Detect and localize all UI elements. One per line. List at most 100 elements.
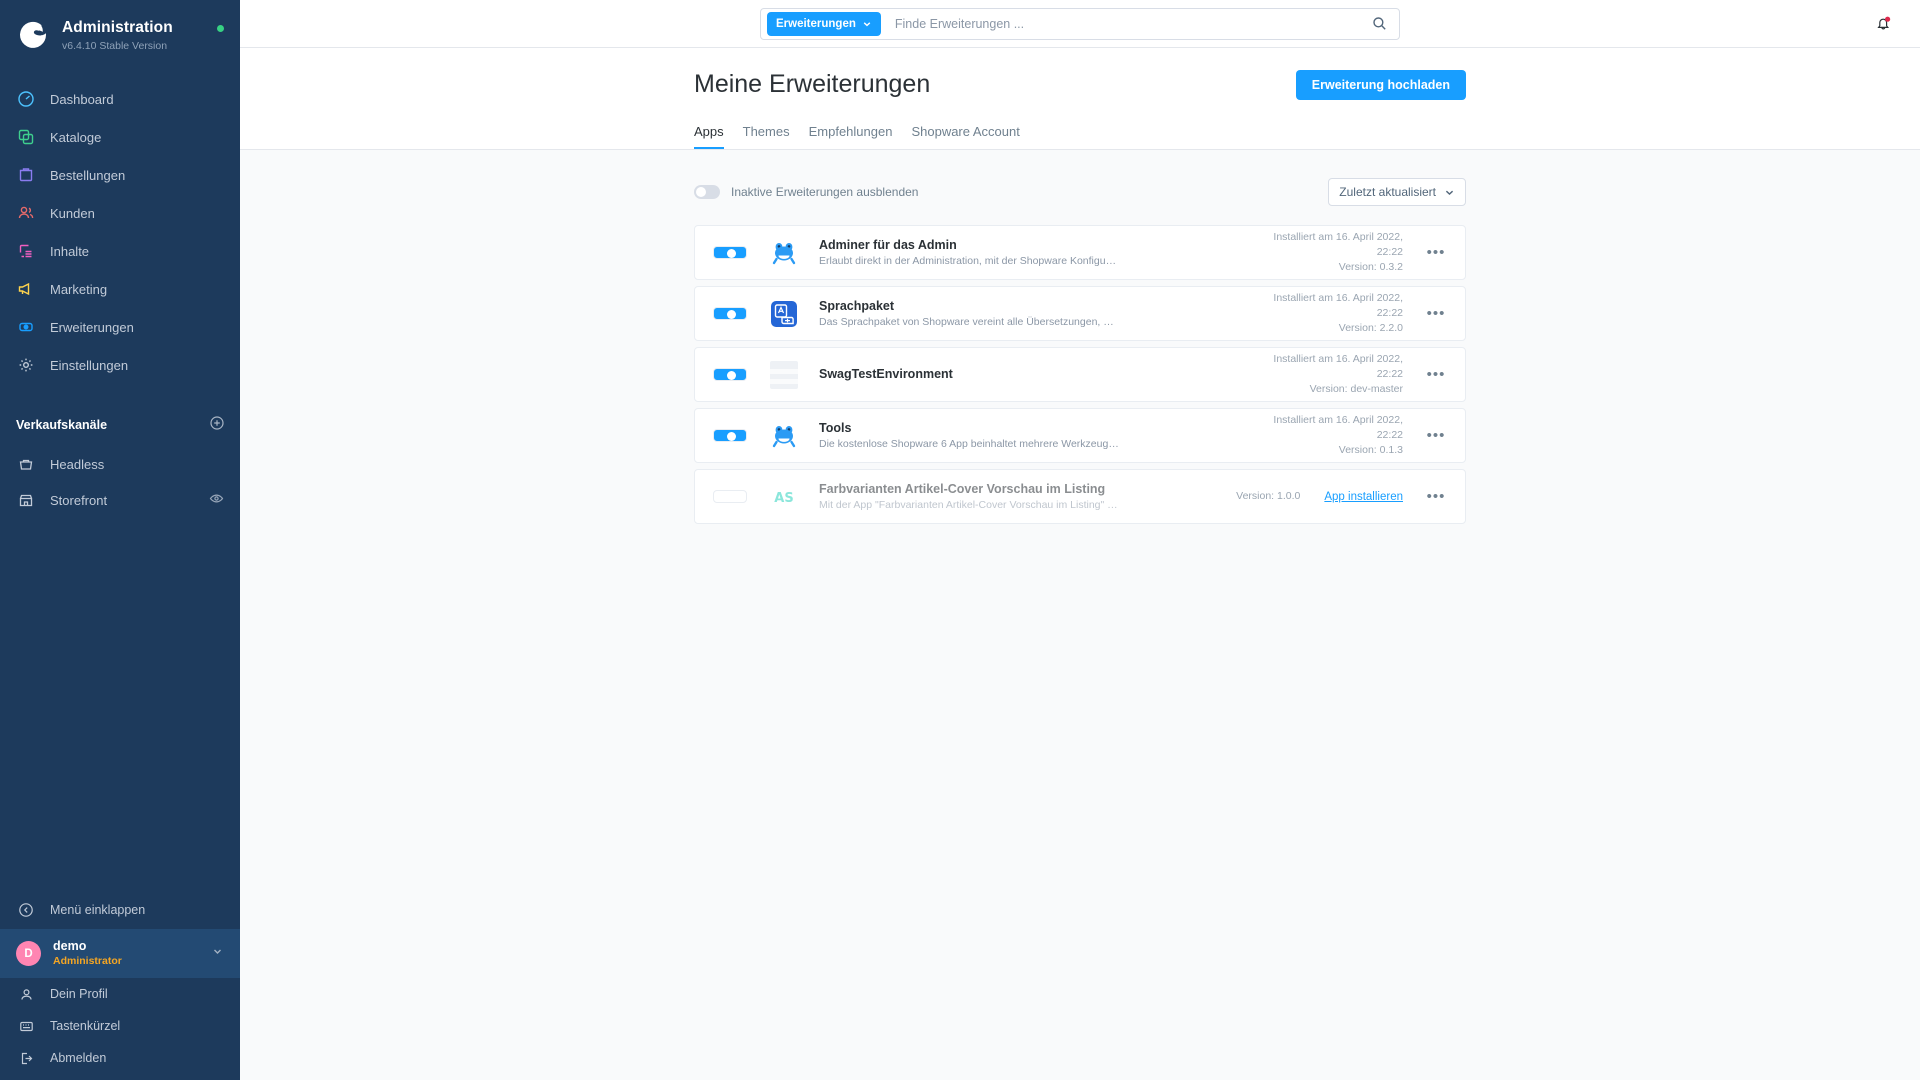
user-role: Administrator [53, 954, 122, 967]
installed-date-line2: 22:22 [1376, 306, 1403, 319]
storefront-icon [16, 490, 36, 510]
keyboard-icon [16, 1016, 36, 1036]
tab-empfehlungen[interactable]: Empfehlungen [809, 124, 893, 149]
chevron-down-icon [211, 945, 224, 963]
frog-icon [768, 420, 800, 452]
tab-apps[interactable]: Apps [694, 124, 724, 149]
installed-date-line2: 22:22 [1376, 245, 1403, 258]
extension-context-menu-button[interactable]: ••• [1421, 488, 1451, 505]
content-icon [16, 241, 36, 261]
extension-meta: Installiert am 16. April 2022, 22:22 Ver… [1263, 230, 1403, 276]
user-menu-button[interactable]: D demo Administrator [0, 929, 240, 978]
chevron-down-icon [1445, 190, 1454, 195]
sort-label: Zuletzt aktualisiert [1339, 185, 1436, 199]
extension-meta: Installiert am 16. April 2022, 22:22 Ver… [1263, 352, 1403, 398]
customers-icon [16, 203, 36, 223]
extension-name: SwagTestEnvironment [819, 367, 953, 382]
sidebar-item-label: Einstellungen [50, 357, 129, 373]
sidebar-item-label: Inhalte [50, 243, 90, 259]
extension-context-menu-button[interactable]: ••• [1421, 427, 1451, 444]
collapse-menu-label: Menü einklappen [50, 903, 146, 918]
toggle-switch [713, 307, 747, 320]
teal-as-icon: AS [768, 481, 800, 513]
search-scope-button[interactable]: Erweiterungen [767, 11, 881, 36]
extension-card[interactable]: Tools Die kostenlose Shopware 6 App bein… [694, 408, 1466, 463]
extension-active-toggle[interactable] [713, 490, 747, 503]
installed-date-line2: 22:22 [1376, 428, 1403, 441]
extension-name: Adminer für das Admin [819, 237, 957, 252]
toggle-switch [713, 490, 747, 503]
extension-card[interactable]: AS Farbvarianten Artikel-Cover Vorschau … [694, 469, 1466, 524]
extension-context-menu-button[interactable]: ••• [1421, 366, 1451, 383]
search-icon[interactable] [1365, 10, 1393, 38]
extension-active-toggle[interactable] [713, 307, 747, 320]
extensions-icon [16, 317, 36, 337]
sidebar-channel-label: Storefront [50, 492, 108, 508]
extension-card[interactable]: Sprachpaket Das Sprachpaket von Shopware… [694, 286, 1466, 341]
search-input[interactable] [880, 9, 1365, 38]
extension-context-menu-button[interactable]: ••• [1421, 305, 1451, 322]
main-area: Erweiterungen Meine Erweiterun [240, 0, 1920, 1080]
list-toolbar: Inaktive Erweiterungen ausblenden Zuletz… [694, 178, 1466, 206]
extension-context-menu-button[interactable]: ••• [1421, 244, 1451, 261]
sidebar-item-label: Erweiterungen [50, 319, 134, 335]
sidebar-item-marketing[interactable]: Marketing [0, 270, 240, 308]
content: Meine Erweiterungen Erweiterung hochlade… [240, 48, 1920, 1080]
user-meta: demo Administrator [53, 939, 199, 968]
sales-channels-list: Headless Storefront [0, 446, 240, 518]
tab-themes[interactable]: Themes [743, 124, 790, 149]
sidebar-channel-headless[interactable]: Headless [0, 446, 240, 482]
extension-card[interactable]: Adminer für das Admin Erlaubt direkt in … [694, 225, 1466, 280]
toggle-switch [713, 429, 747, 442]
toggle-switch [713, 246, 747, 259]
extension-meta: Installiert am 16. April 2022, 22:22 Ver… [1263, 413, 1403, 459]
extension-version: Version: 0.1.3 [1338, 444, 1403, 457]
language-pack-icon [768, 298, 800, 330]
avatar: D [16, 941, 41, 967]
page-title: Meine Erweiterungen [694, 70, 931, 98]
extension-name: Sprachpaket [819, 298, 895, 313]
extension-active-toggle[interactable] [713, 246, 747, 259]
plus-circle-icon[interactable] [210, 416, 224, 435]
extension-active-toggle[interactable] [713, 429, 747, 442]
extension-active-toggle[interactable] [713, 368, 747, 381]
collapse-menu-button[interactable]: Menü einklappen [0, 891, 240, 929]
sidebar-brand-text: Administration v6.4.10 Stable Version [62, 18, 205, 52]
logout-icon [16, 1048, 36, 1068]
eye-icon[interactable] [209, 491, 224, 509]
extension-name: Farbvarianten Artikel-Cover Vorschau im … [819, 481, 1106, 496]
upload-extension-button[interactable]: Erweiterung hochladen [1295, 70, 1466, 100]
sort-dropdown[interactable]: Zuletzt aktualisiert [1328, 178, 1466, 206]
extension-card[interactable]: SwagTestEnvironment Installiert am 16. A… [694, 347, 1466, 402]
sidebar-item-bestellungen[interactable]: Bestellungen [0, 156, 240, 194]
sidebar-item-tastenkuerzel[interactable]: Tastenkürzel [0, 1010, 240, 1042]
chevron-down-icon [863, 21, 871, 26]
sidebar-item-dashboard[interactable]: Dashboard [0, 80, 240, 118]
sales-channels-label: Verkaufskanäle [16, 418, 108, 433]
sidebar-item-label: Marketing [50, 281, 108, 297]
sidebar-channel-storefront[interactable]: Storefront [0, 482, 240, 518]
sidebar-item-erweiterungen[interactable]: Erweiterungen [0, 308, 240, 346]
extension-version: Version: dev-master [1309, 383, 1403, 396]
hide-inactive-toggle[interactable]: Inaktive Erweiterungen ausblenden [694, 185, 918, 199]
sidebar-channel-label: Headless [50, 456, 105, 472]
sidebar-item-einstellungen[interactable]: Einstellungen [0, 346, 240, 384]
sidebar-item-inhalte[interactable]: Inhalte [0, 232, 240, 270]
sidebar-item-abmelden[interactable]: Abmelden [0, 1042, 240, 1074]
install-app-link[interactable]: App installieren [1324, 491, 1403, 503]
settings-icon [16, 355, 36, 375]
sidebar-bottom-menu: Dein Profil Tastenkürzel Abmelden [0, 978, 240, 1080]
orders-icon [16, 165, 36, 185]
notifications-button[interactable] [1870, 11, 1896, 37]
extension-info: SwagTestEnvironment [819, 365, 1263, 383]
sidebar-item-label: Kunden [50, 205, 95, 221]
sidebar-item-kunden[interactable]: Kunden [0, 194, 240, 232]
toggle-switch[interactable] [694, 185, 720, 199]
extension-description: Das Sprachpaket von Shopware vereint all… [819, 315, 1119, 328]
sidebar-item-kataloge[interactable]: Kataloge [0, 118, 240, 156]
tab-shopware-account[interactable]: Shopware Account [911, 124, 1019, 149]
sidebar-brand[interactable]: Administration v6.4.10 Stable Version [0, 0, 240, 66]
sidebar-item-profil[interactable]: Dein Profil [0, 978, 240, 1010]
installed-date-line1: Installiert am 16. April 2022, [1273, 230, 1403, 243]
